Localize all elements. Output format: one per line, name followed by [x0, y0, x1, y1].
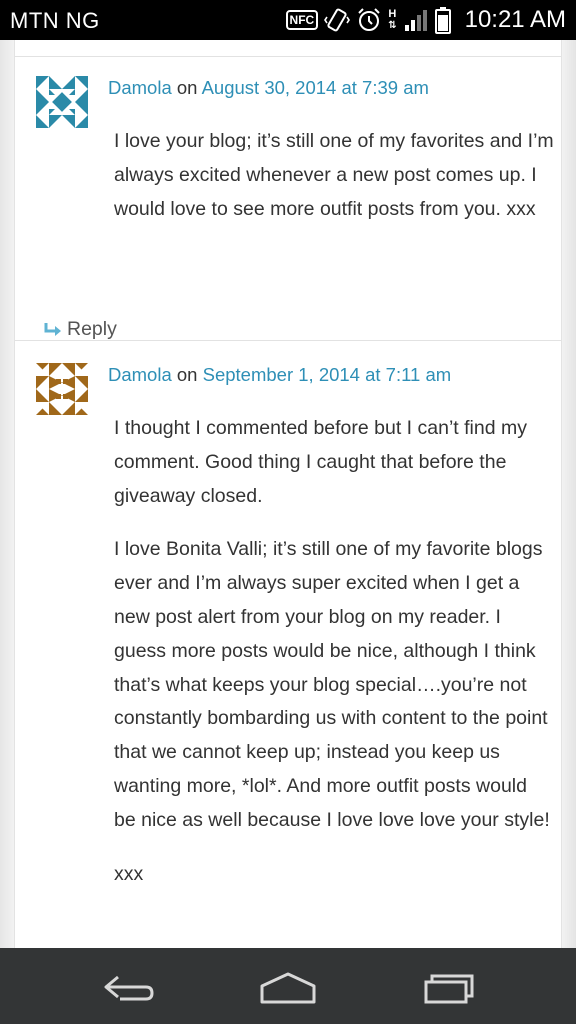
reply-link[interactable]: Reply: [43, 318, 117, 341]
home-icon[interactable]: [256, 968, 320, 1008]
network-type-label: H: [388, 8, 397, 20]
recent-apps-icon[interactable]: [416, 968, 480, 1008]
comment-date-link[interactable]: September 1, 2014 at 7:11 am: [203, 364, 452, 385]
clock-label: 10:21 AM: [464, 6, 566, 33]
comment-author-link[interactable]: Damola: [108, 364, 172, 385]
vibrate-icon: [324, 8, 351, 32]
comment-paragraph: I thought I commented before but I can’t…: [114, 417, 527, 507]
carrier-label: MTN NG: [10, 8, 100, 33]
network-type-icon: H ⇅: [388, 8, 397, 32]
data-arrows-icon: ⇅: [388, 20, 397, 31]
comment-meta: Damola on August 30, 2014 at 7:39 am: [108, 77, 429, 99]
signal-strength-icon: [404, 10, 427, 31]
comment-divider: [15, 340, 561, 341]
identicon-avatar-1[interactable]: [36, 76, 88, 128]
status-bar: MTN NG NFC H ⇅ 10:21 AM: [0, 0, 576, 40]
navigation-bar: [0, 948, 576, 1024]
identicon-avatar-2[interactable]: [36, 363, 88, 415]
comment-body: I love your blog; it’s still one of my f…: [114, 125, 554, 246]
comment-paragraph: xxx: [114, 862, 144, 885]
comment-meta-connector: on: [176, 77, 198, 98]
nfc-icon: NFC: [285, 10, 319, 30]
reply-arrow-icon: [44, 322, 61, 336]
alarm-icon: [358, 8, 380, 31]
status-icons: NFC H ⇅ 10:21 AM: [285, 4, 566, 36]
comment-author-link[interactable]: Damola: [108, 77, 172, 98]
comment-date-link[interactable]: August 30, 2014 at 7:39 am: [202, 77, 429, 98]
comment-paragraph: I love Bonita Valli; it’s still one of m…: [114, 538, 550, 831]
comment-meta: Damola on September 1, 2014 at 7:11 am: [108, 364, 451, 386]
back-icon[interactable]: [96, 968, 160, 1008]
comment-meta-connector: on: [176, 364, 198, 385]
top-divider: [15, 56, 561, 57]
reply-label: Reply: [67, 318, 117, 340]
comment-body: I thought I commented before but I can’t…: [114, 412, 554, 911]
battery-icon: [434, 7, 451, 34]
comment-paragraph: I love your blog; it’s still one of my f…: [114, 130, 554, 220]
comments-card: Damola on August 30, 2014 at 7:39 am I l…: [14, 40, 562, 948]
screen: MTN NG NFC H ⇅ 10:21 AM Damola on August…: [0, 0, 576, 1024]
